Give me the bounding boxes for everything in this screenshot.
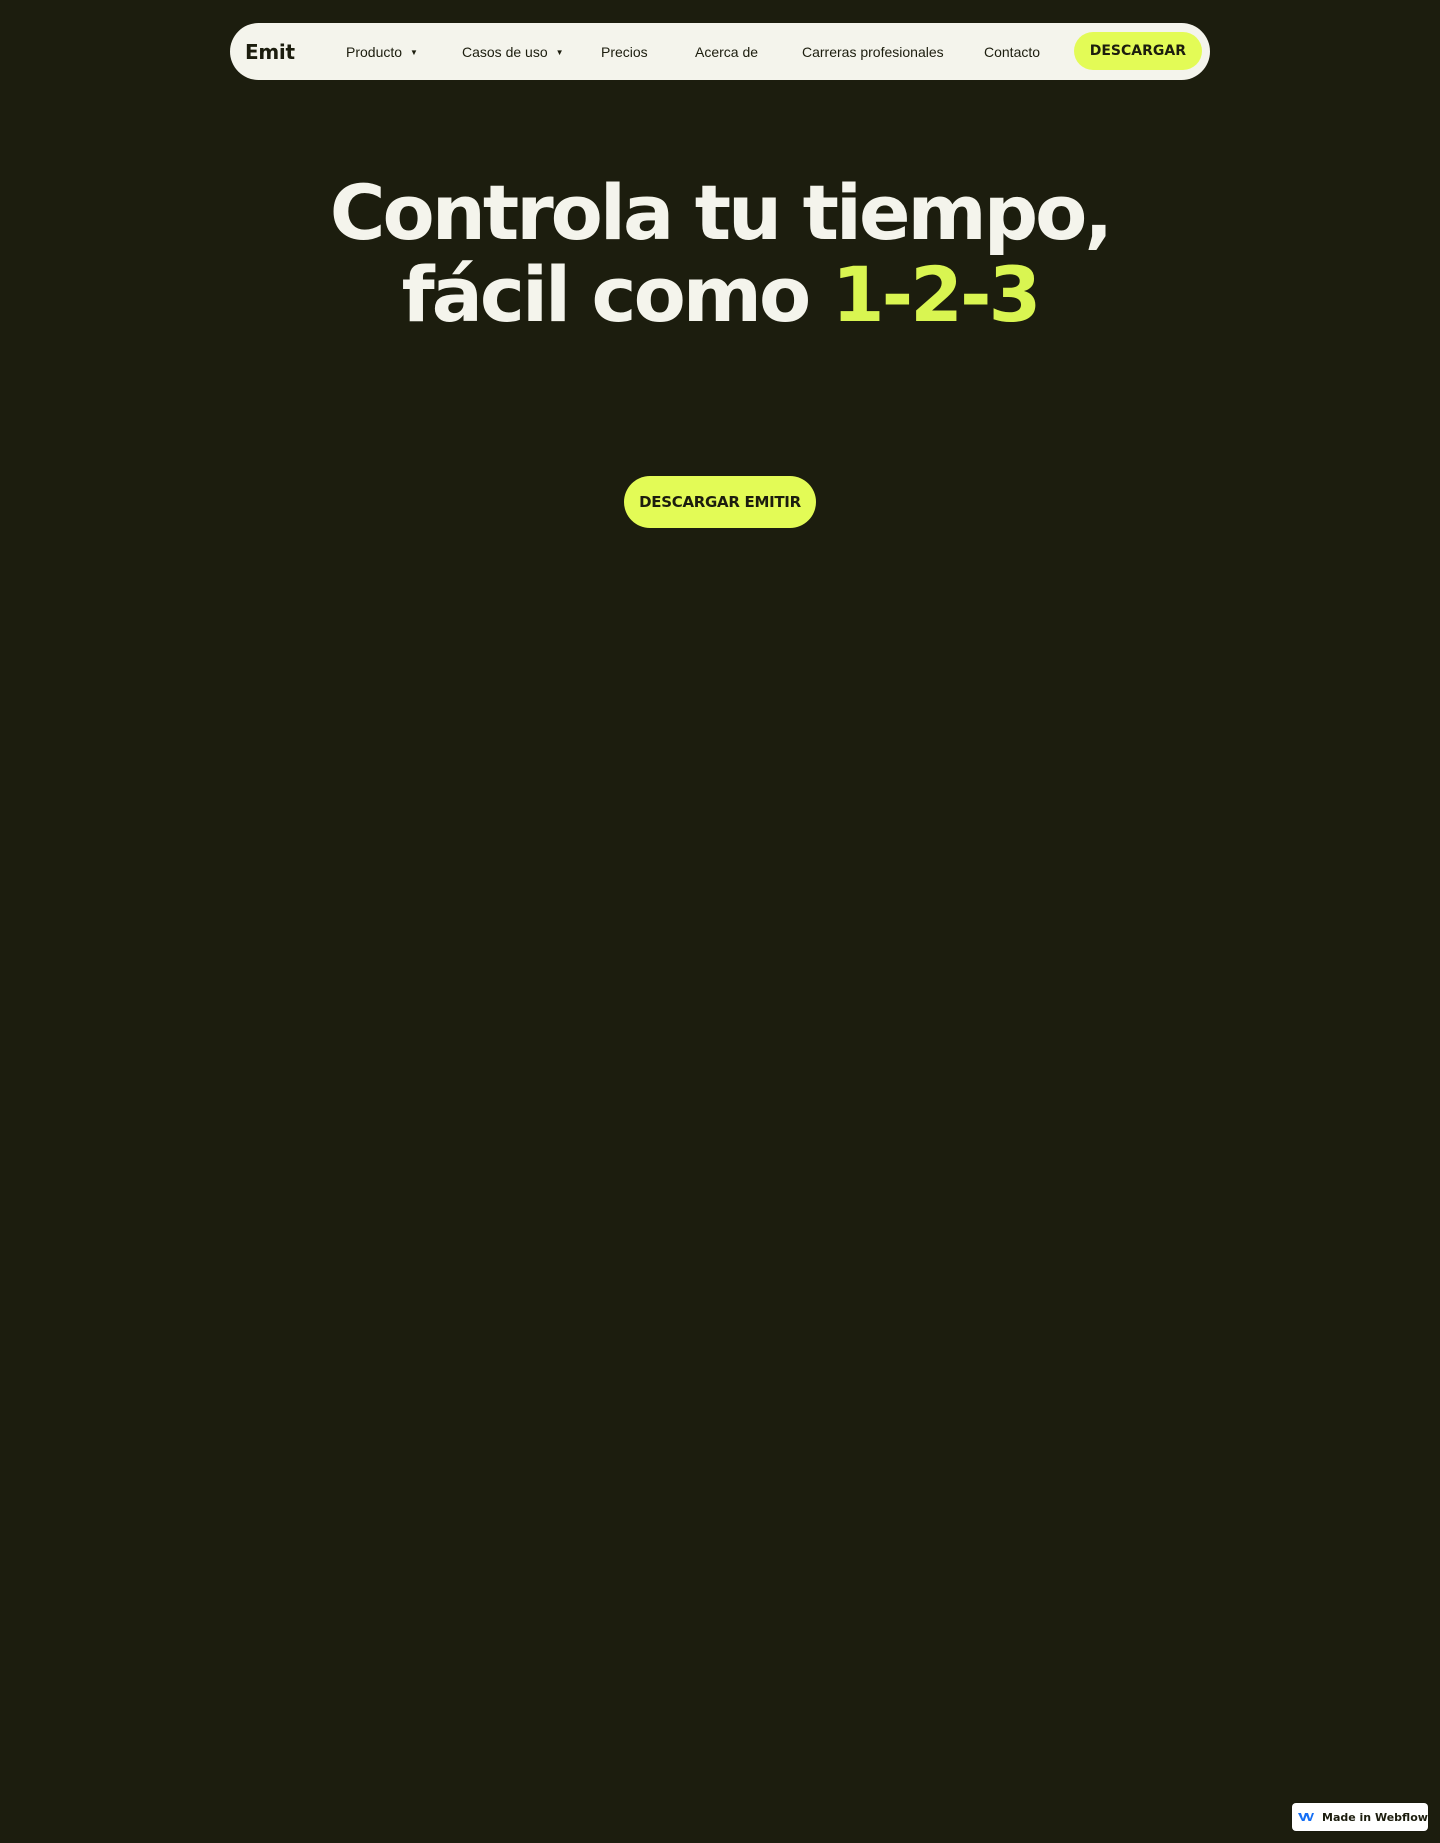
emit-logo[interactable]: Emit [245,40,295,64]
nav-item-precios[interactable]: Precios [601,44,648,60]
hero-line-2: fácil como 1-2-3 [0,254,1440,336]
nav-item-label: Casos de uso [462,43,548,60]
nav-item-label: Contacto [984,43,1041,60]
hero-line-1: Controla tu tiempo, [329,168,1113,257]
nav-item-label: Precios [601,43,648,60]
nav-item-producto[interactable]: Producto ▼ [346,44,418,60]
top-navigation: Emit Producto ▼ Casos de uso ▼ Precios A… [230,23,1210,80]
nav-item-label: Producto [346,43,403,60]
webflow-logo-icon [1298,1812,1314,1822]
download-emit-button[interactable]: DESCARGAR EMITIR [624,476,816,528]
nav-item-acerca-de[interactable]: Acerca de [695,44,758,60]
hero-heading: Controla tu tiempo, fácil como 1-2-3 [0,172,1440,336]
nav-item-label: Acerca de [695,43,759,60]
nav-item-contacto[interactable]: Contacto [984,44,1040,60]
nav-item-label: Carreras profesionales [802,43,944,60]
hero-accent-steps: 1-2-3 [831,250,1042,339]
hero-line-2-prefix: fácil como [401,250,812,339]
badge-label: Made in Webflow [1322,1810,1428,1824]
caret-down-icon: ▼ [410,47,418,57]
nav-item-casos-de-uso[interactable]: Casos de uso ▼ [462,44,564,60]
download-nav-button[interactable]: DESCARGAR [1073,32,1202,70]
made-in-webflow-badge[interactable]: Made in Webflow [1292,1803,1428,1831]
nav-item-carreras-profesionales[interactable]: Carreras profesionales [802,44,944,60]
caret-down-icon: ▼ [555,47,564,57]
